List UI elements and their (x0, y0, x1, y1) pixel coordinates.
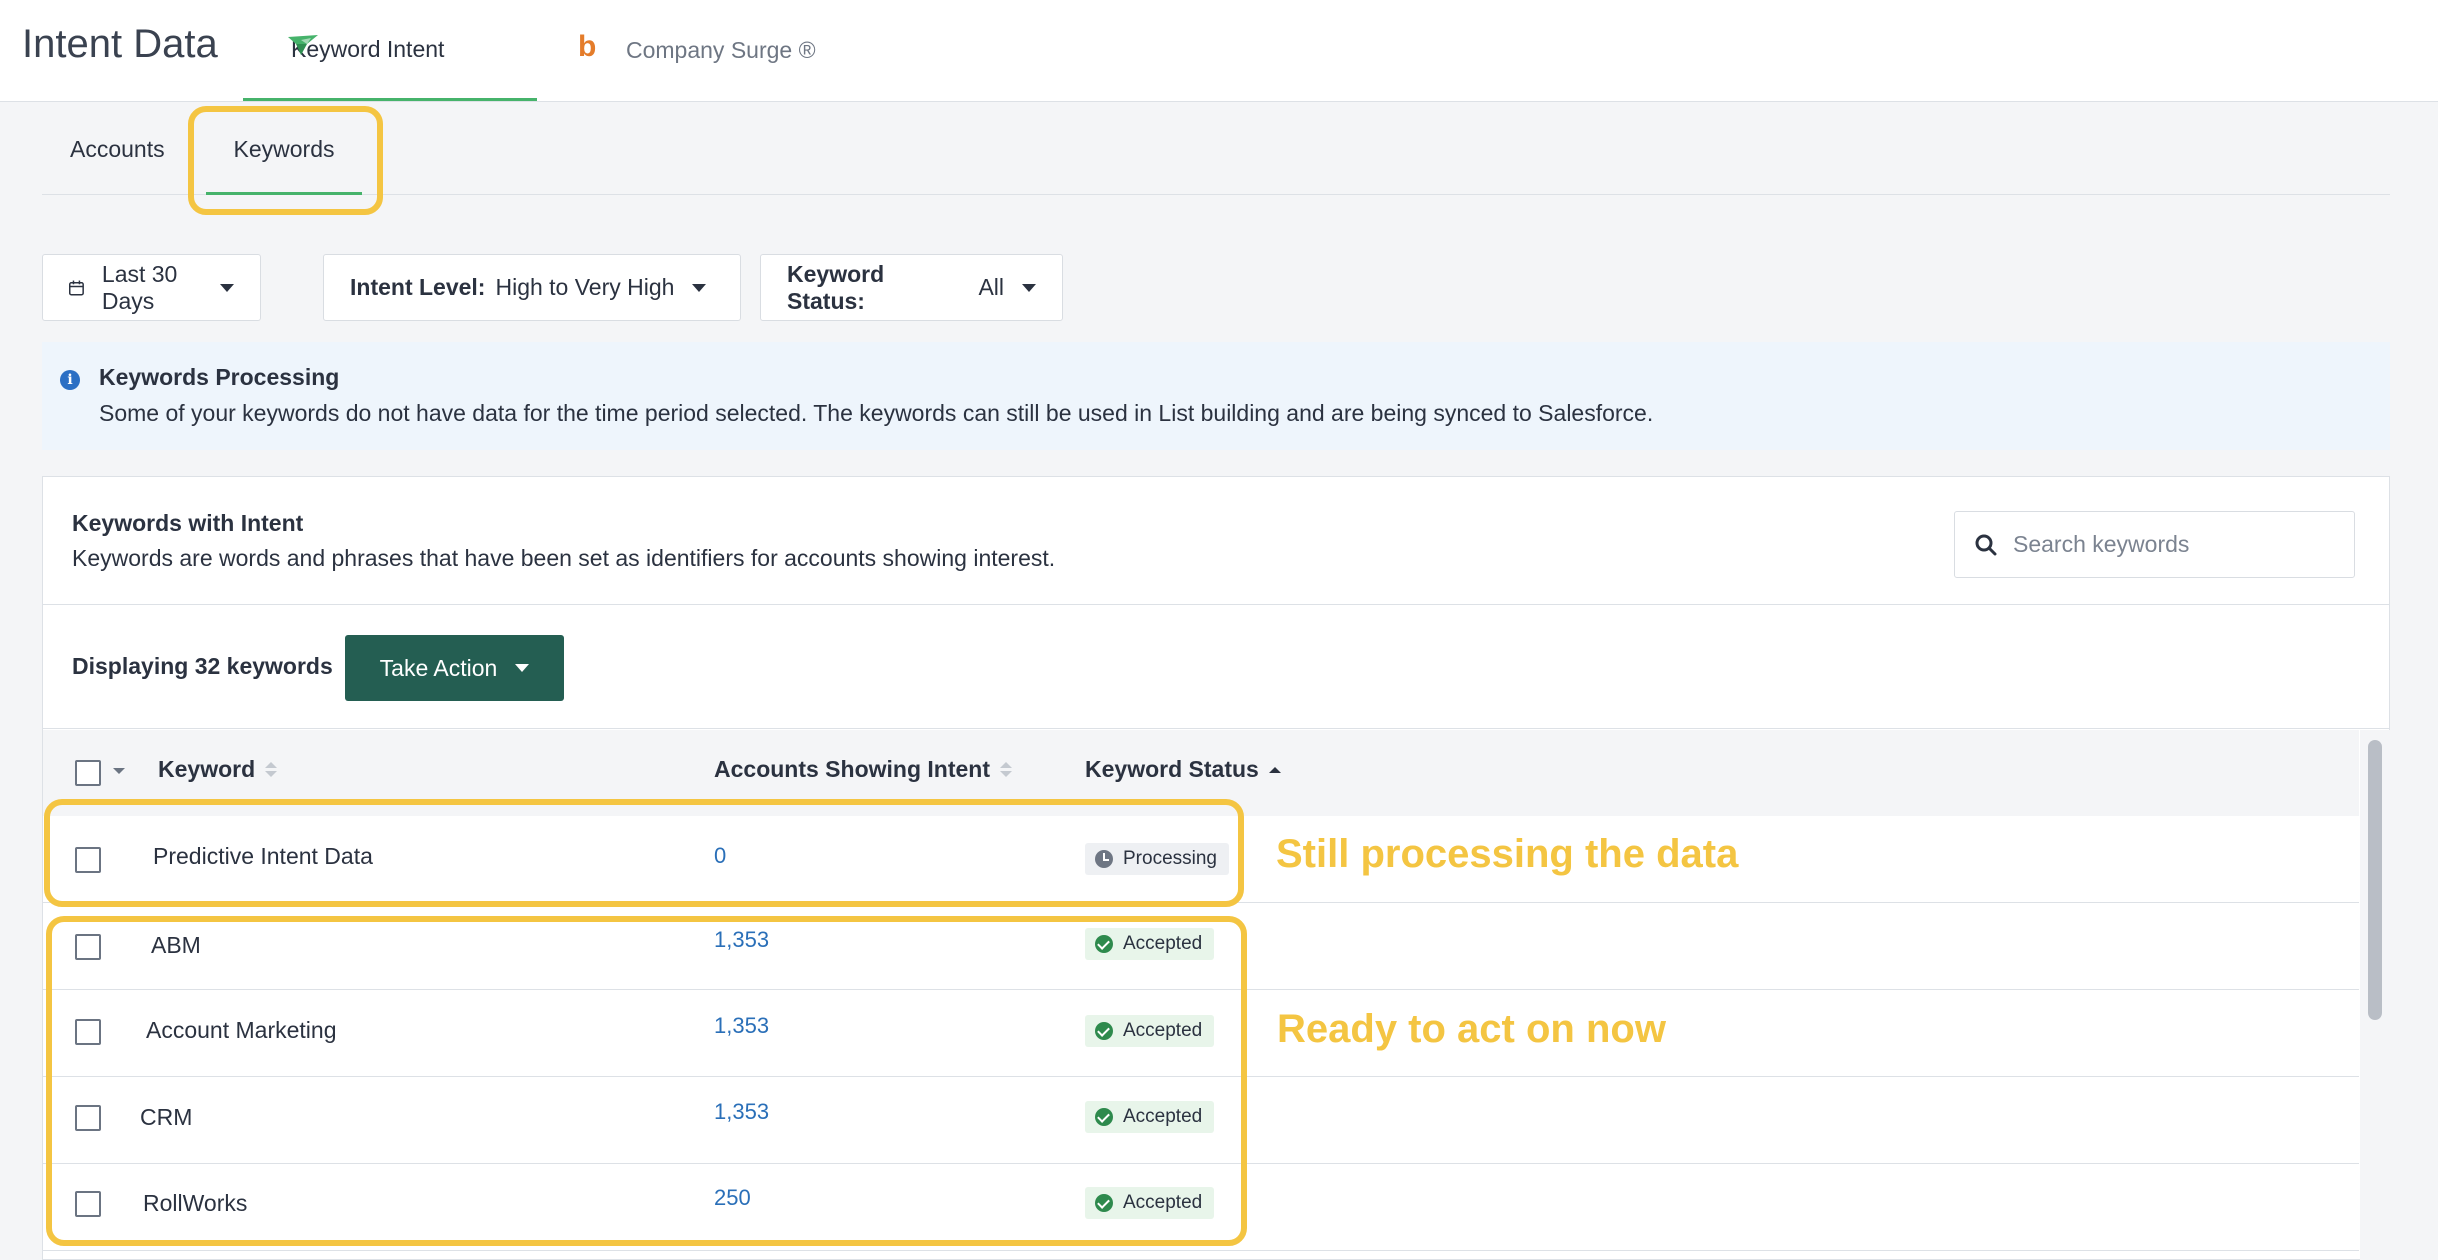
row-checkbox[interactable] (75, 1191, 101, 1217)
sort-icon (265, 762, 278, 777)
keyword-intent-logo-icon (288, 35, 318, 55)
ready-annotation: Ready to act on now (1277, 1007, 1666, 1051)
tab-company-surge-label: Company Surge ® (626, 37, 816, 63)
search-icon (1975, 534, 1997, 555)
table-scrollbar[interactable] (2360, 730, 2390, 1260)
accounts-count-link[interactable]: 1,353 (714, 1099, 769, 1125)
status-badge-label: Accepted (1123, 1020, 1203, 1041)
card-subtitle: Keywords are words and phrases that have… (72, 545, 1056, 571)
top-header: Intent Data Keyword Intent b Company Sur… (0, 0, 2438, 102)
status-badge: Processing (1085, 843, 1229, 875)
table-row[interactable]: RollWorks 250 Accepted (43, 1165, 2359, 1251)
processing-annotation: Still processing the data (1276, 832, 1739, 876)
card-title: Keywords with Intent (72, 510, 304, 536)
accounts-count-link[interactable]: 1,353 (714, 927, 769, 953)
keyword-status-label: Keyword Status: (787, 260, 885, 314)
table-header: Keyword Accounts Showing Intent Keyword … (43, 730, 2359, 816)
app-title: Intent Data (22, 22, 218, 66)
subtab-accounts[interactable]: Accounts (70, 103, 165, 195)
keyword-status-value: All (978, 274, 1004, 300)
keyword-cell: ABM (151, 932, 201, 958)
status-badge: Accepted (1085, 1015, 1215, 1047)
keyword-cell: RollWorks (143, 1190, 248, 1216)
status-badge-label: Accepted (1123, 1106, 1203, 1127)
column-header-status-label: Keyword Status (1085, 756, 1259, 782)
take-action-button[interactable]: Take Action (345, 635, 564, 701)
accounts-count-link[interactable]: 250 (714, 1185, 751, 1211)
column-header-keyword-label: Keyword (158, 756, 256, 782)
table-toolbar: Displaying 32 keywords Take Action (43, 605, 2389, 729)
bombora-logo-icon: b (578, 30, 597, 63)
row-checkbox[interactable] (75, 1105, 101, 1131)
status-badge: Accepted (1085, 928, 1215, 960)
intent-level-label: Intent Level: (350, 274, 486, 300)
accounts-count-link[interactable]: 1,353 (714, 1013, 769, 1039)
sort-ascending-icon (1268, 766, 1281, 773)
table-row[interactable]: Account Marketing 1,353 Accepted (43, 991, 2359, 1077)
date-range-filter[interactable]: Last 30 Days (42, 254, 261, 321)
banner-title: Keywords Processing (99, 364, 340, 390)
banner-text: Some of your keywords do not have data f… (99, 400, 1654, 426)
select-menu-chevron-icon[interactable] (113, 768, 125, 774)
info-banner: i Keywords Processing Some of your keywo… (42, 342, 2390, 450)
status-badge-label: Accepted (1123, 1192, 1203, 1213)
keyword-status-filter[interactable]: Keyword Status: All (760, 254, 1063, 321)
status-badge-label: Processing (1123, 848, 1217, 869)
check-circle-icon (1095, 935, 1113, 953)
keywords-card: Keywords with Intent Keywords are words … (42, 476, 2390, 1260)
status-badge: Accepted (1085, 1187, 1215, 1219)
column-header-accounts[interactable]: Accounts Showing Intent (714, 756, 1012, 783)
check-circle-icon (1095, 1108, 1113, 1126)
status-badge-label: Accepted (1123, 933, 1203, 954)
status-badge: Accepted (1085, 1101, 1215, 1133)
calendar-icon (69, 280, 84, 295)
card-header: Keywords with Intent Keywords are words … (43, 477, 2389, 605)
table-row[interactable]: Predictive Intent Data 0 Processing (43, 817, 2359, 903)
scrollbar-thumb[interactable] (2368, 740, 2382, 1020)
intent-level-value: High to Very High (495, 274, 675, 300)
table-row[interactable]: ABM 1,353 Accepted (43, 904, 2359, 990)
check-circle-icon (1095, 1022, 1113, 1040)
intent-level-filter[interactable]: Intent Level: High to Very High (323, 254, 741, 321)
keyword-cell: Account Marketing (146, 1017, 337, 1043)
row-checkbox[interactable] (75, 934, 101, 960)
row-checkbox[interactable] (75, 847, 101, 873)
info-icon: i (60, 370, 80, 390)
keyword-count: Displaying 32 keywords (72, 653, 333, 679)
column-header-accounts-label: Accounts Showing Intent (714, 756, 990, 782)
table-row[interactable]: CRM 1,353 Accepted (43, 1078, 2359, 1164)
chevron-down-icon (220, 283, 234, 292)
keyword-cell: CRM (140, 1104, 193, 1130)
select-all-checkbox[interactable] (75, 760, 101, 786)
column-header-keyword[interactable]: Keyword (158, 756, 278, 783)
search-input[interactable] (2013, 531, 2333, 558)
main-content: Accounts Keywords Last 30 Days Intent Le… (0, 103, 2438, 1260)
clock-icon (1095, 850, 1113, 868)
tab-keyword-intent[interactable]: Keyword Intent (243, 0, 537, 101)
chevron-down-icon (515, 664, 530, 672)
date-range-value: Last 30 Days (101, 260, 178, 314)
check-circle-icon (1095, 1194, 1113, 1212)
search-box[interactable] (1954, 511, 2355, 578)
sub-tabs: Accounts Keywords (42, 103, 2390, 195)
tab-company-surge[interactable]: b Company Surge ® (578, 0, 816, 101)
accounts-count-link[interactable]: 0 (714, 843, 726, 869)
row-checkbox[interactable] (75, 1019, 101, 1045)
chevron-down-icon (1022, 283, 1036, 292)
keyword-cell: Predictive Intent Data (153, 843, 373, 869)
take-action-label: Take Action (379, 654, 498, 681)
chevron-down-icon (692, 283, 707, 292)
sort-icon (1000, 762, 1012, 777)
subtab-keywords[interactable]: Keywords (200, 103, 368, 195)
column-header-status[interactable]: Keyword Status (1085, 756, 1281, 783)
